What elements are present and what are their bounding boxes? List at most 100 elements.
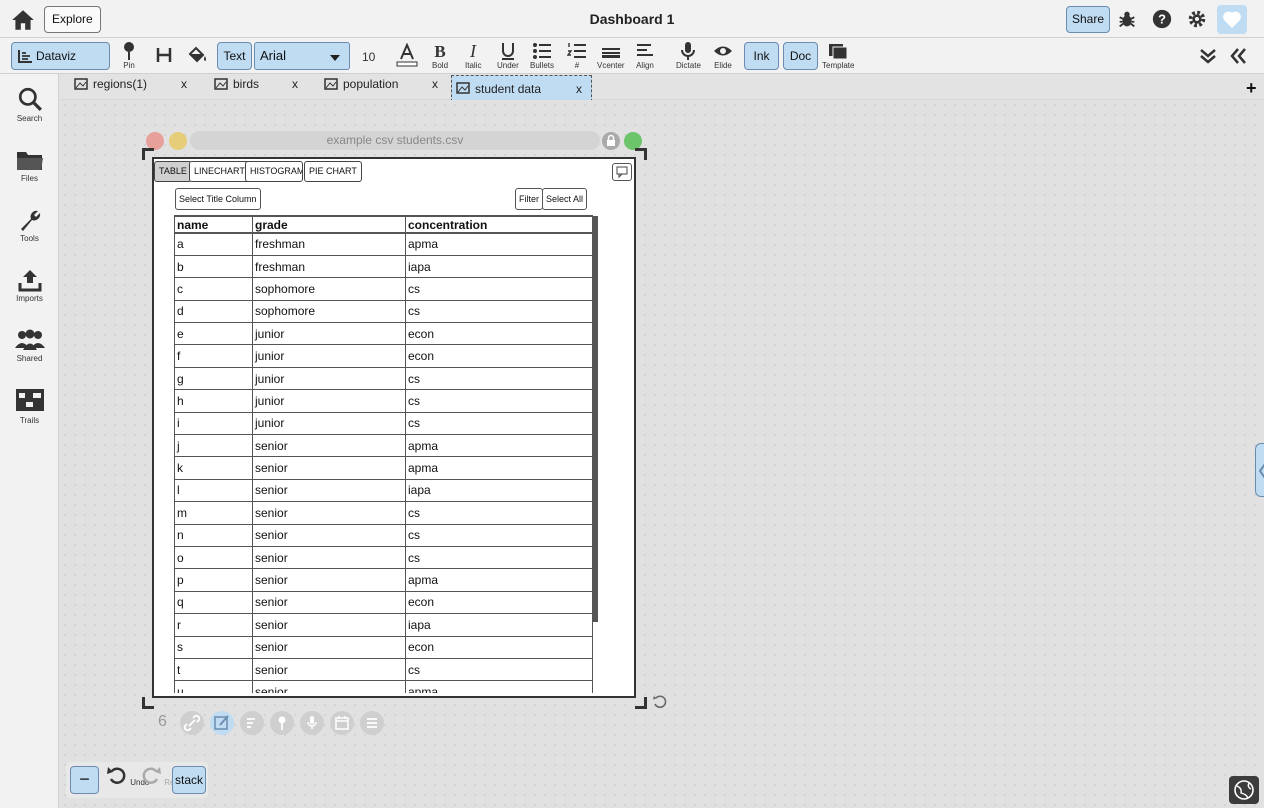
- sidebar-item-files[interactable]: Files: [0, 148, 59, 183]
- align-tool[interactable]: Align: [635, 41, 655, 70]
- edit-icon[interactable]: [210, 711, 234, 735]
- cell-concentration[interactable]: iapa: [405, 613, 593, 637]
- cell-concentration[interactable]: apma: [405, 680, 593, 693]
- cell-grade[interactable]: sophomore: [252, 299, 406, 324]
- cell-grade[interactable]: senior: [252, 680, 406, 693]
- table-row[interactable]: l senior iapa: [174, 478, 593, 503]
- fill-tool[interactable]: [187, 46, 209, 64]
- table-row[interactable]: d sophomore cs: [174, 299, 593, 324]
- sidebar-item-trails[interactable]: Trails: [0, 388, 59, 425]
- cell-name[interactable]: k: [174, 456, 253, 480]
- cell-grade[interactable]: junior: [252, 411, 406, 436]
- table-row[interactable]: s senior econ: [174, 635, 593, 659]
- tab-birds[interactable]: birds x: [200, 74, 300, 98]
- table-row[interactable]: h junior cs: [174, 389, 593, 413]
- cell-concentration[interactable]: cs: [405, 545, 593, 570]
- cell-name[interactable]: i: [174, 411, 253, 436]
- sidebar-item-tools[interactable]: Tools: [0, 208, 59, 243]
- cell-name[interactable]: o: [174, 545, 253, 570]
- data-table-container[interactable]: name grade concentration a freshman apma b f…: [174, 215, 594, 693]
- sidebar-item-shared[interactable]: Shared: [0, 328, 59, 363]
- cell-grade[interactable]: freshman: [252, 232, 406, 256]
- cell-concentration[interactable]: apma: [405, 232, 593, 256]
- view-tab-histogram[interactable]: HISTOGRAM: [245, 161, 303, 182]
- cell-name[interactable]: q: [174, 590, 253, 615]
- bug-icon[interactable]: [1116, 8, 1138, 30]
- table-row[interactable]: p senior apma: [174, 568, 593, 592]
- view-tab-linechart[interactable]: LINECHART: [189, 161, 250, 182]
- cell-concentration[interactable]: cs: [405, 366, 593, 391]
- cell-concentration[interactable]: cs: [405, 411, 593, 436]
- comment-icon[interactable]: [612, 163, 632, 181]
- cell-grade[interactable]: senior: [252, 523, 406, 547]
- pin-tool[interactable]: Pin: [121, 41, 137, 70]
- table-row[interactable]: c sophomore cs: [174, 277, 593, 301]
- resize-handle[interactable]: [635, 697, 647, 709]
- cell-grade[interactable]: senior: [252, 456, 406, 480]
- cell-concentration[interactable]: iapa: [405, 478, 593, 503]
- cell-concentration[interactable]: econ: [405, 590, 593, 615]
- tab-regions[interactable]: regions(1) x: [60, 74, 190, 98]
- home-icon[interactable]: [10, 7, 36, 33]
- cell-concentration[interactable]: econ: [405, 322, 593, 346]
- cell-grade[interactable]: senior: [252, 501, 406, 525]
- italic-tool[interactable]: I Italic: [465, 41, 481, 70]
- table-row[interactable]: q senior econ: [174, 590, 593, 615]
- cell-grade[interactable]: senior: [252, 478, 406, 503]
- tab-student-data[interactable]: student data x: [451, 75, 592, 102]
- ink-button[interactable]: Ink: [744, 42, 779, 70]
- close-icon[interactable]: x: [292, 74, 298, 94]
- minimize-dot[interactable]: [169, 132, 187, 150]
- cell-concentration[interactable]: econ: [405, 344, 593, 368]
- double-chevron-left-icon[interactable]: [1228, 46, 1248, 66]
- cell-grade[interactable]: senior: [252, 635, 406, 659]
- mode-select[interactable]: Dataviz: [11, 42, 110, 70]
- resize-handle[interactable]: [142, 697, 154, 709]
- filter-button[interactable]: Filter: [515, 188, 543, 210]
- elide-tool[interactable]: Elide: [713, 41, 733, 70]
- table-row[interactable]: u senior apma: [174, 680, 593, 693]
- annotate-icon[interactable]: [240, 711, 264, 735]
- cell-name[interactable]: f: [174, 344, 253, 368]
- microphone-icon[interactable]: [300, 711, 324, 735]
- table-scrollbar[interactable]: [592, 216, 598, 622]
- cell-concentration[interactable]: cs: [405, 523, 593, 547]
- cell-grade[interactable]: freshman: [252, 254, 406, 279]
- table-row[interactable]: f junior econ: [174, 344, 593, 368]
- heart-button[interactable]: [1217, 5, 1247, 34]
- minus-button[interactable]: −: [70, 766, 99, 794]
- table-row[interactable]: e junior econ: [174, 322, 593, 346]
- cell-concentration[interactable]: apma: [405, 568, 593, 592]
- table-row[interactable]: t senior cs: [174, 657, 593, 682]
- cell-name[interactable]: e: [174, 322, 253, 346]
- cell-name[interactable]: g: [174, 366, 253, 391]
- add-tab-icon[interactable]: +: [1246, 78, 1257, 99]
- table-row[interactable]: r senior iapa: [174, 613, 593, 637]
- explore-button[interactable]: Explore: [44, 6, 101, 33]
- cell-concentration[interactable]: iapa: [405, 254, 593, 279]
- column-header-concentration[interactable]: concentration: [405, 215, 593, 234]
- font-select[interactable]: Arial: [254, 42, 350, 70]
- table-row[interactable]: k senior apma: [174, 456, 593, 480]
- link-icon[interactable]: [180, 711, 204, 735]
- cell-name[interactable]: j: [174, 434, 253, 458]
- cell-concentration[interactable]: cs: [405, 389, 593, 413]
- table-row[interactable]: g junior cs: [174, 366, 593, 391]
- sidebar-item-search[interactable]: Search: [0, 86, 59, 123]
- view-tab-table[interactable]: TABLE: [154, 161, 192, 182]
- numbered-list-tool[interactable]: #: [567, 41, 587, 70]
- lock-icon[interactable]: [602, 132, 620, 150]
- cell-grade[interactable]: junior: [252, 322, 406, 346]
- table-row[interactable]: j senior apma: [174, 434, 593, 458]
- template-tool[interactable]: Template: [822, 41, 854, 70]
- table-row[interactable]: o senior cs: [174, 545, 593, 570]
- globe-icon[interactable]: [1229, 776, 1259, 804]
- cell-concentration[interactable]: cs: [405, 657, 593, 682]
- cell-name[interactable]: b: [174, 254, 253, 279]
- view-tab-pie-chart[interactable]: PIE CHART: [304, 161, 362, 182]
- heading-tool[interactable]: [155, 46, 173, 64]
- share-button[interactable]: Share: [1066, 6, 1111, 33]
- cell-grade[interactable]: senior: [252, 545, 406, 570]
- double-chevron-down-icon[interactable]: [1198, 46, 1218, 66]
- vcenter-tool[interactable]: Vcenter: [597, 41, 625, 70]
